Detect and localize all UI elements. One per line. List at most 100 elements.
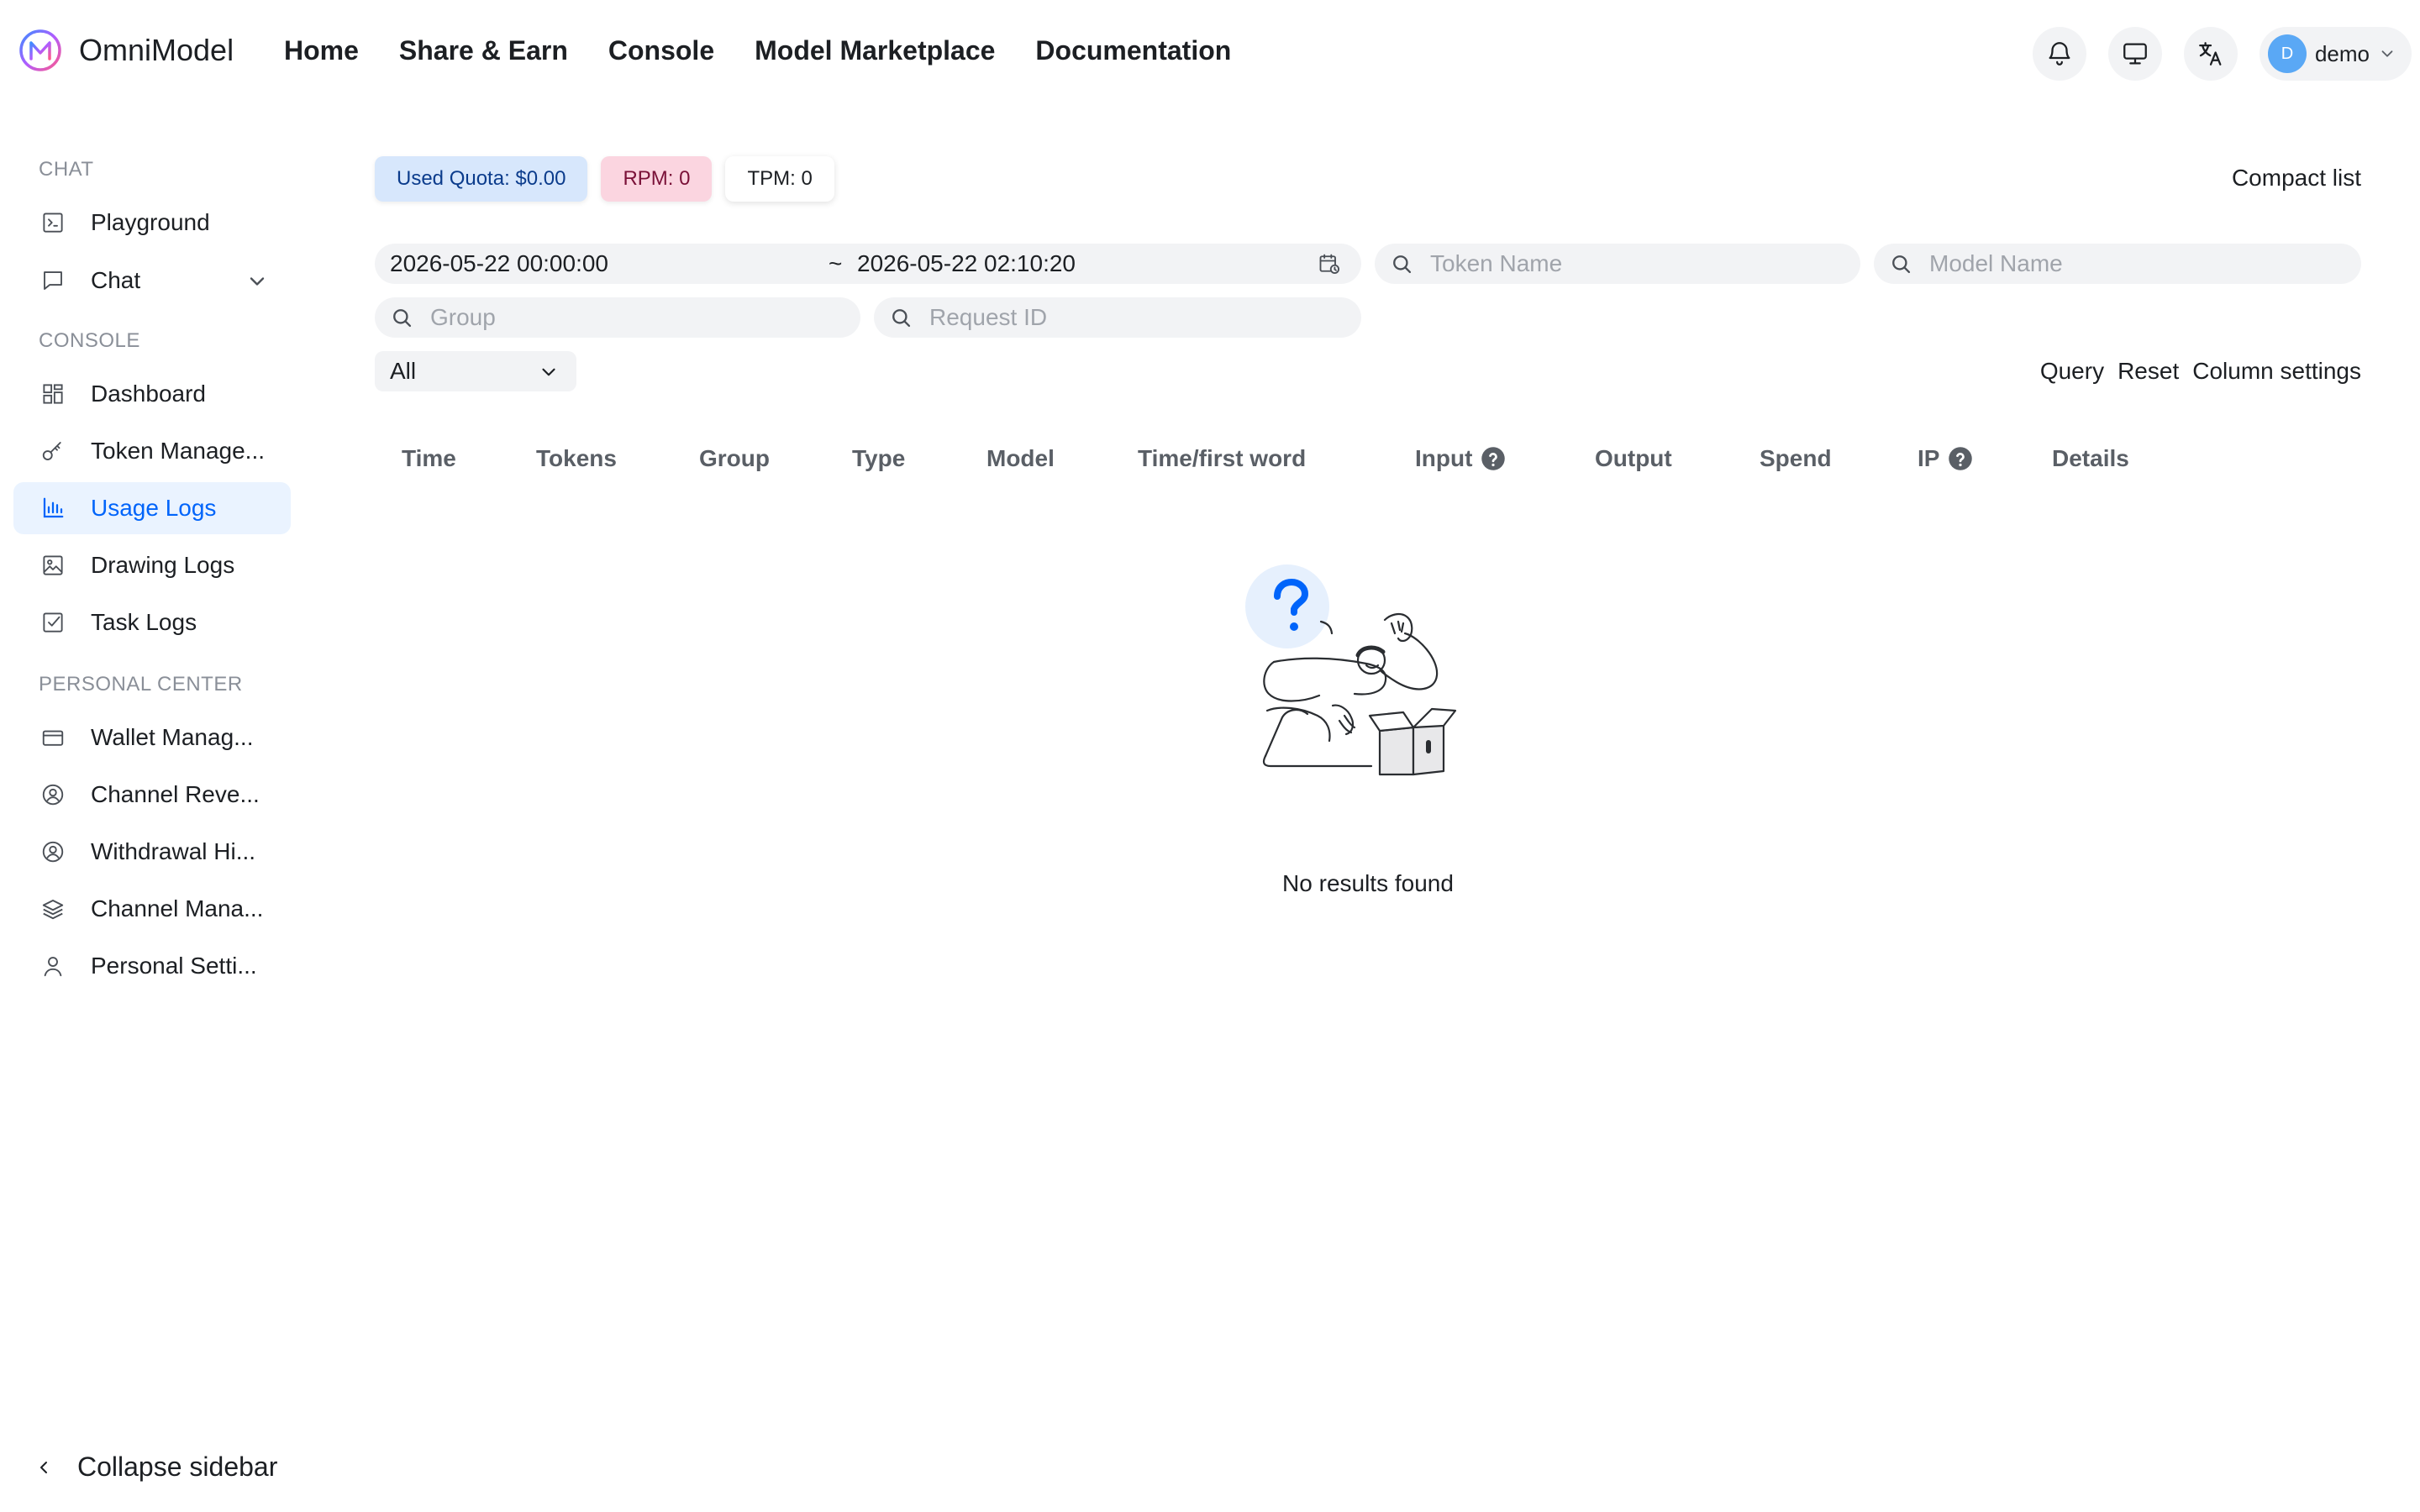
- model-name-field[interactable]: [1874, 244, 2361, 284]
- section-title-chat: CHAT: [39, 158, 94, 181]
- sidebar-item-task-logs[interactable]: Task Logs: [13, 596, 291, 648]
- group-field[interactable]: [375, 297, 860, 338]
- sidebar-item-label: Playground: [91, 209, 210, 235]
- omnimodel-logo-icon: [19, 29, 61, 71]
- chevron-down-icon[interactable]: [245, 270, 269, 293]
- sidebar-item-label: Chat: [91, 267, 141, 293]
- column-header-ip[interactable]: IP: [1918, 445, 1973, 472]
- column-header-time-first-word[interactable]: Time/first word: [1138, 445, 1306, 472]
- sidebar-item-label: Drawing Logs: [91, 552, 235, 578]
- wallet-card-icon: [42, 730, 64, 746]
- search-icon: [1393, 255, 1412, 274]
- chevron-down-icon: [2381, 50, 2393, 57]
- search-icon: [1892, 255, 1911, 274]
- column-header-details[interactable]: Details: [2052, 445, 2129, 472]
- reset-button[interactable]: Reset: [2118, 358, 2179, 385]
- sidebar-item-chat[interactable]: Chat: [13, 255, 291, 307]
- search-icon: [892, 309, 911, 328]
- nav-home[interactable]: Home: [284, 35, 359, 66]
- column-header-output[interactable]: Output: [1595, 445, 1672, 472]
- used-quota-badge: Used Quota: $0.00: [375, 156, 588, 202]
- model-name-input[interactable]: [1929, 250, 2361, 277]
- user-name: demo: [2314, 40, 2370, 66]
- sidebar-item-dashboard[interactable]: Dashboard: [13, 368, 291, 420]
- group-input[interactable]: [430, 304, 860, 331]
- calendar-clock-icon[interactable]: [1318, 252, 1341, 276]
- sidebar-item-drawing-logs[interactable]: Drawing Logs: [13, 539, 291, 591]
- empty-state-text: No results found: [1282, 870, 1454, 896]
- nav-console[interactable]: Console: [608, 35, 714, 66]
- chevron-left-icon: [40, 1461, 47, 1473]
- token-name-input[interactable]: [1430, 250, 1860, 277]
- top-header: OmniModel Home Share & Earn Console Mode…: [0, 0, 2420, 109]
- sidebar-item-channel-revenue[interactable]: Channel Reve...: [13, 769, 291, 821]
- collapse-sidebar-button[interactable]: Collapse sidebar: [34, 1452, 277, 1483]
- brand[interactable]: OmniModel: [18, 29, 234, 72]
- user-circle-icon: [42, 841, 64, 863]
- tpm-badge: TPM: 0: [725, 156, 834, 202]
- help-circle-icon[interactable]: [1481, 446, 1506, 471]
- sidebar-item-wallet-management[interactable]: Wallet Manag...: [13, 711, 291, 764]
- request-id-input[interactable]: [929, 304, 1361, 331]
- notifications-button[interactable]: [2032, 27, 2086, 81]
- user-icon: [44, 957, 62, 977]
- sidebar-item-label: Personal Setti...: [91, 953, 257, 979]
- brand-name: OmniModel: [79, 33, 234, 67]
- column-header-tokens[interactable]: Tokens: [536, 445, 617, 472]
- date-separator: ~: [829, 250, 843, 276]
- compact-list-toggle[interactable]: Compact list: [2232, 165, 2361, 192]
- terminal-icon: [43, 213, 63, 233]
- sidebar-item-label: Wallet Manag...: [91, 724, 254, 750]
- sidebar-item-label: Usage Logs: [91, 495, 217, 521]
- user-menu[interactable]: D demo: [2259, 27, 2412, 81]
- filter-actions: Query Reset Column settings: [2040, 358, 2361, 385]
- nav-share-earn[interactable]: Share & Earn: [399, 35, 568, 66]
- sidebar-item-label: Channel Mana...: [91, 895, 264, 921]
- column-header-type[interactable]: Type: [852, 445, 905, 472]
- layers-icon: [42, 900, 64, 920]
- nav-documentation[interactable]: Documentation: [1035, 35, 1231, 66]
- sidebar-item-personal-settings[interactable]: Personal Setti...: [13, 940, 291, 992]
- section-title-personal-center: PERSONAL CENTER: [39, 673, 243, 696]
- bell-icon: [2049, 42, 2070, 66]
- date-range-picker[interactable]: 2026-05-22 00:00:00 ~ 2026-05-22 02:10:2…: [375, 244, 1361, 284]
- translate-icon: [2199, 42, 2222, 66]
- nav-model-marketplace[interactable]: Model Marketplace: [755, 35, 995, 66]
- token-name-field[interactable]: [1375, 244, 1860, 284]
- sidebar-item-label: Channel Reve...: [91, 781, 260, 807]
- column-settings-button[interactable]: Column settings: [2192, 358, 2361, 385]
- dashboard-grid-icon: [43, 384, 63, 404]
- sidebar-item-channel-management[interactable]: Channel Mana...: [13, 883, 291, 935]
- sidebar-item-usage-logs[interactable]: Usage Logs: [13, 482, 291, 534]
- sidebar-item-label: Task Logs: [91, 609, 197, 635]
- header-actions: D demo: [2032, 27, 2412, 81]
- empty-box-illustration: [1245, 564, 1457, 776]
- request-id-field[interactable]: [874, 297, 1361, 338]
- collapse-sidebar-label: Collapse sidebar: [77, 1452, 278, 1482]
- display-button[interactable]: [2107, 27, 2162, 81]
- chat-bubble-icon: [44, 271, 62, 290]
- log-type-select[interactable]: All: [375, 351, 576, 391]
- help-circle-icon[interactable]: [1948, 446, 1973, 471]
- sidebar-item-label: Dashboard: [91, 381, 206, 407]
- top-nav: Home Share & Earn Console Model Marketpl…: [284, 35, 1231, 66]
- sidebar: CHAT Playground Chat CONSOLE Dashboard T…: [0, 109, 302, 1512]
- query-button[interactable]: Query: [2040, 358, 2104, 385]
- log-type-value: All: [390, 358, 417, 384]
- column-header-input[interactable]: Input: [1415, 445, 1506, 472]
- sidebar-item-playground[interactable]: Playground: [13, 197, 291, 249]
- column-header-group[interactable]: Group: [699, 445, 770, 472]
- column-header-model[interactable]: Model: [986, 445, 1055, 472]
- search-icon: [393, 309, 412, 328]
- image-icon: [43, 555, 63, 575]
- sidebar-item-label: Withdrawal Hi...: [91, 838, 256, 864]
- column-header-time[interactable]: Time: [402, 445, 456, 472]
- app-root: OmniModel Home Share & Earn Console Mode…: [0, 0, 2420, 1512]
- language-button[interactable]: [2183, 27, 2238, 81]
- sidebar-item-token-management[interactable]: Token Manage...: [13, 425, 291, 477]
- column-header-spend[interactable]: Spend: [1760, 445, 1832, 472]
- sidebar-item-withdrawal-history[interactable]: Withdrawal Hi...: [13, 826, 291, 878]
- date-end: 2026-05-22 02:10:20: [857, 250, 1076, 276]
- date-start: 2026-05-22 00:00:00: [390, 250, 608, 276]
- stats-row: Used Quota: $0.00 RPM: 0 TPM: 0: [375, 156, 834, 202]
